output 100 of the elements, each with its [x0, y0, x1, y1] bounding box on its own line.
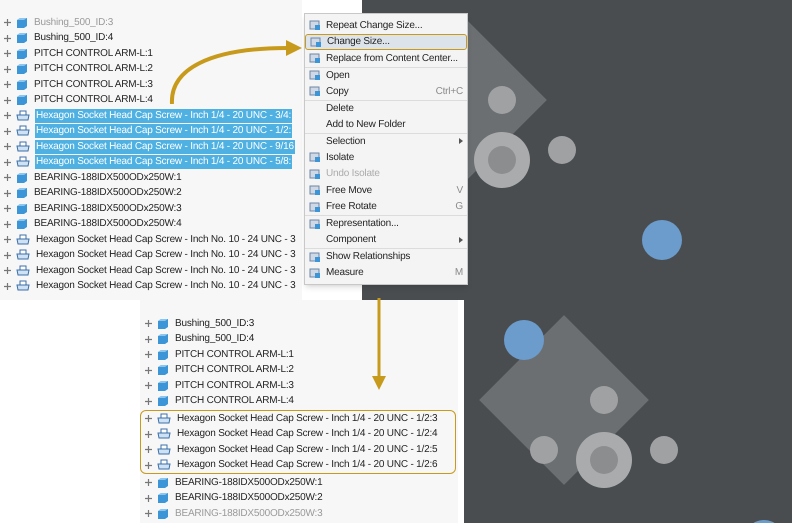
expand-icon[interactable] — [4, 267, 11, 274]
tree-item[interactable]: Bushing_500_ID:4 — [174, 332, 256, 346]
menu-item[interactable]: Isolate — [305, 149, 467, 166]
menu-item[interactable]: Add to New Folder — [305, 116, 467, 132]
cube-icon — [16, 16, 28, 29]
menu-item[interactable]: Representation... — [305, 215, 467, 232]
cube-icon — [16, 172, 28, 184]
tree-item[interactable]: PITCH CONTROL ARM-L:1 — [33, 46, 154, 61]
cube-icon — [157, 380, 169, 392]
expand-icon[interactable] — [145, 479, 152, 486]
tree-item[interactable]: PITCH CONTROL ARM-L:4 — [174, 394, 295, 408]
menu-item[interactable]: Selection — [305, 132, 467, 149]
screw-part-icon — [16, 234, 30, 246]
expand-icon[interactable] — [145, 510, 152, 518]
tree-item[interactable]: Hexagon Socket Head Cap Screw - Inch 1/4 - 20 UNC - 1/2:3 — [176, 412, 438, 426]
menu-item[interactable]: Show Relationships — [305, 248, 467, 264]
expand-icon[interactable] — [4, 34, 11, 42]
menu-item[interactable]: Measure M — [305, 264, 467, 281]
tree-item[interactable]: Bushing_500_ID:4 — [33, 31, 114, 46]
expand-icon[interactable] — [4, 128, 11, 135]
tree-item[interactable]: BEARING-188IDX500ODx250W:1 — [174, 476, 324, 490]
expand-icon[interactable] — [4, 50, 11, 58]
tree-item[interactable]: Hexagon Socket Head Cap Screw - Inch 1/4 - 20 UNC - 1/2:5 — [176, 442, 438, 457]
menu-item[interactable]: Free Move V — [305, 182, 467, 198]
expand-icon[interactable] — [4, 220, 11, 228]
cube-icon — [16, 63, 28, 76]
menu-item-icon — [309, 218, 321, 230]
tree-item[interactable]: PITCH CONTROL ARM-L:3 — [33, 78, 154, 92]
expand-icon[interactable] — [145, 336, 152, 343]
menu-item[interactable]: Change Size... — [305, 34, 467, 50]
tree-item[interactable]: BEARING-188IDX500ODx250W:3 — [33, 202, 182, 216]
expand-icon[interactable] — [4, 205, 11, 212]
screw-part-icon — [16, 125, 30, 138]
expand-icon[interactable] — [145, 398, 152, 405]
screw-part-icon — [16, 264, 30, 277]
tree-item[interactable]: PITCH CONTROL ARM-L:2 — [33, 62, 154, 76]
cube-icon — [157, 318, 169, 330]
tree-item[interactable]: PITCH CONTROL ARM-L:4 — [33, 93, 154, 108]
expand-icon[interactable] — [4, 190, 11, 197]
tree-item[interactable]: BEARING-188IDX500ODx250W:1 — [33, 170, 182, 185]
expand-icon[interactable] — [4, 81, 11, 88]
expand-icon[interactable] — [145, 415, 152, 422]
expand-icon[interactable] — [4, 19, 11, 26]
tree-item[interactable]: Hexagon Socket Head Cap Screw - Inch No. 10 - 24 UNC - 3 — [35, 232, 296, 247]
expand-icon[interactable] — [4, 143, 11, 150]
menu-item[interactable]: Copy Ctrl+C — [305, 83, 467, 100]
tree-item[interactable]: PITCH CONTROL ARM-L:2 — [174, 363, 295, 378]
tree-item[interactable]: Bushing_500_ID:3 — [174, 316, 256, 331]
screw-part-icon — [157, 444, 171, 456]
menu-item[interactable]: Delete — [305, 100, 467, 116]
expand-icon[interactable] — [4, 96, 11, 104]
menu-item[interactable]: Repeat Change Size... — [305, 17, 467, 34]
tree-item[interactable]: BEARING-188IDX500ODx250W:2 — [174, 491, 324, 506]
tree-item[interactable]: BEARING-188IDX500ODx250W:2 — [33, 186, 182, 200]
menu-item-icon — [309, 200, 321, 213]
expand-icon[interactable] — [4, 174, 11, 182]
expand-icon[interactable] — [145, 446, 152, 454]
menu-item-icon — [309, 69, 321, 82]
tree-item[interactable]: Hexagon Socket Head Cap Screw - Inch 1/4 - 20 UNC - 1/2:4 — [176, 427, 438, 442]
expand-icon[interactable] — [4, 66, 11, 73]
expand-icon[interactable] — [145, 382, 152, 390]
menu-item[interactable]: Replace from Content Center... — [305, 50, 467, 66]
cube-icon — [16, 32, 28, 44]
menu-item-icon — [310, 36, 322, 48]
cube-icon — [157, 348, 169, 361]
expand-icon[interactable] — [145, 320, 152, 328]
expand-icon[interactable] — [4, 112, 11, 120]
menu-item-icon — [309, 168, 321, 180]
cube-icon — [16, 187, 28, 200]
menu-item[interactable]: Free Rotate G — [305, 198, 467, 215]
screw-part-icon — [16, 140, 30, 153]
tree-item[interactable]: Hexagon Socket Head Cap Screw - Inch No. 10 - 24 UNC - 3 — [35, 248, 296, 262]
expand-icon[interactable] — [145, 494, 152, 502]
tree-item[interactable]: PITCH CONTROL ARM-L:3 — [174, 378, 295, 393]
cube-icon — [16, 202, 28, 215]
expand-icon[interactable] — [145, 366, 152, 374]
expand-icon[interactable] — [4, 282, 11, 290]
menu-item[interactable]: Component — [305, 232, 467, 248]
menu-item-icon — [309, 266, 321, 279]
cube-icon — [16, 78, 28, 91]
shortcut-label: V — [456, 184, 463, 198]
cube-icon — [157, 476, 169, 489]
tree-item[interactable]: PITCH CONTROL ARM-L:1 — [174, 348, 295, 362]
cube-icon — [16, 218, 28, 230]
expand-icon[interactable] — [145, 462, 152, 469]
cube-icon — [157, 492, 169, 504]
tree-item[interactable]: Hexagon Socket Head Cap Screw - Inch No. 10 - 24 UNC - 3 — [35, 279, 296, 294]
cube-icon — [157, 508, 169, 520]
menu-item[interactable]: Open — [305, 66, 467, 83]
expand-icon[interactable] — [145, 351, 152, 358]
menu-item-icon — [309, 85, 321, 98]
tree-item[interactable]: BEARING-188IDX500ODx250W:4 — [33, 217, 182, 232]
screw-part-icon — [157, 428, 171, 440]
expand-icon[interactable] — [4, 252, 11, 259]
expand-icon[interactable] — [4, 236, 11, 244]
submenu-arrow-icon — [459, 236, 463, 243]
tree-item[interactable]: Hexagon Socket Head Cap Screw - Inch 1/4 - 20 UNC - 1/2:6 — [176, 458, 438, 472]
expand-icon[interactable] — [145, 430, 152, 438]
expand-icon[interactable] — [4, 158, 11, 166]
tree-item[interactable]: Hexagon Socket Head Cap Screw - Inch No. 10 - 24 UNC - 3 — [35, 264, 296, 278]
